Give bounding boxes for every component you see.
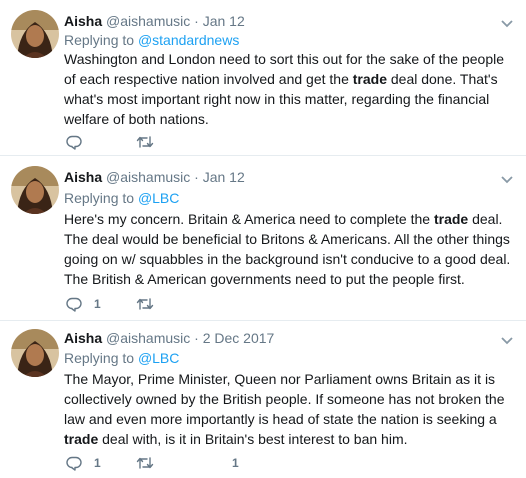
retweet-button[interactable] xyxy=(136,133,166,151)
author-name[interactable]: Aisha xyxy=(64,13,102,29)
author-handle[interactable]: @aishamusic xyxy=(106,169,190,185)
author-handle[interactable]: @aishamusic xyxy=(106,13,190,29)
like-button[interactable]: 1 xyxy=(210,454,239,472)
tweet-header: Aisha @aishamusic · Jan 12 xyxy=(64,12,245,30)
tweet-text-part: The Mayor, Prime Minister, Queen nor Par… xyxy=(64,371,505,427)
retweet-icon xyxy=(136,457,154,469)
avatar[interactable] xyxy=(11,329,59,377)
tweet-header: Aisha @aishamusic · Jan 12 xyxy=(64,168,245,186)
separator-dot: · xyxy=(194,13,199,29)
like-count: 1 xyxy=(232,456,239,470)
retweet-icon xyxy=(136,136,154,148)
reply-button[interactable] xyxy=(66,133,94,151)
reply-icon xyxy=(66,456,82,471)
replying-to-mention[interactable]: @LBC xyxy=(138,350,179,366)
separator-dot: · xyxy=(194,330,199,346)
tweet-1[interactable]: Aisha @aishamusic · Jan 12 Replying to @… xyxy=(0,0,526,156)
reply-icon xyxy=(66,297,82,312)
keyword-highlight: trade xyxy=(433,211,469,227)
avatar[interactable] xyxy=(11,166,59,214)
replying-to-mention[interactable]: @standardnews xyxy=(138,32,239,48)
keyword-highlight: trade xyxy=(352,71,387,87)
tweet-date[interactable]: Jan 12 xyxy=(203,13,245,29)
avatar[interactable] xyxy=(11,10,59,58)
replying-to: Replying to @LBC xyxy=(64,349,179,367)
replying-to-mention[interactable]: @LBC xyxy=(138,190,179,206)
reply-button[interactable]: 1 xyxy=(66,295,101,313)
author-name[interactable]: Aisha xyxy=(64,169,102,185)
chevron-down-icon[interactable] xyxy=(500,16,514,28)
replying-to: Replying to @standardnews xyxy=(64,31,239,49)
replying-to-label: Replying to xyxy=(64,32,135,48)
author-handle[interactable]: @aishamusic xyxy=(106,330,190,346)
reply-count: 1 xyxy=(94,297,101,311)
tweet-2[interactable]: Aisha @aishamusic · Jan 12 Replying to @… xyxy=(0,156,526,321)
retweet-button[interactable] xyxy=(136,454,166,472)
chevron-down-icon[interactable] xyxy=(500,333,514,345)
tweet-date[interactable]: Jan 12 xyxy=(203,169,245,185)
tweet-text-part: Here's my concern. Britain & America nee… xyxy=(64,211,434,227)
separator-dot: · xyxy=(194,169,199,185)
tweet-3[interactable]: Aisha @aishamusic · 2 Dec 2017 Replying … xyxy=(0,321,526,478)
author-name[interactable]: Aisha xyxy=(64,330,102,346)
reply-button[interactable]: 1 xyxy=(66,454,101,472)
tweet-text: The Mayor, Prime Minister, Queen nor Par… xyxy=(64,369,514,449)
reply-count: 1 xyxy=(94,456,101,470)
replying-to: Replying to @LBC xyxy=(64,189,179,207)
replying-to-label: Replying to xyxy=(64,190,135,206)
retweet-button[interactable] xyxy=(136,295,166,313)
keyword-highlight: trade xyxy=(64,431,99,447)
reply-icon xyxy=(66,135,82,150)
chevron-down-icon[interactable] xyxy=(500,172,514,184)
tweet-text: Here's my concern. Britain & America nee… xyxy=(64,209,514,289)
replying-to-label: Replying to xyxy=(64,350,135,366)
retweet-icon xyxy=(136,298,154,310)
tweet-text: Washington and London need to sort this … xyxy=(64,49,514,129)
tweet-header: Aisha @aishamusic · 2 Dec 2017 xyxy=(64,329,274,347)
tweet-date[interactable]: 2 Dec 2017 xyxy=(203,330,275,346)
tweet-text-part: deal with, is it in Britain's best inter… xyxy=(98,431,408,447)
